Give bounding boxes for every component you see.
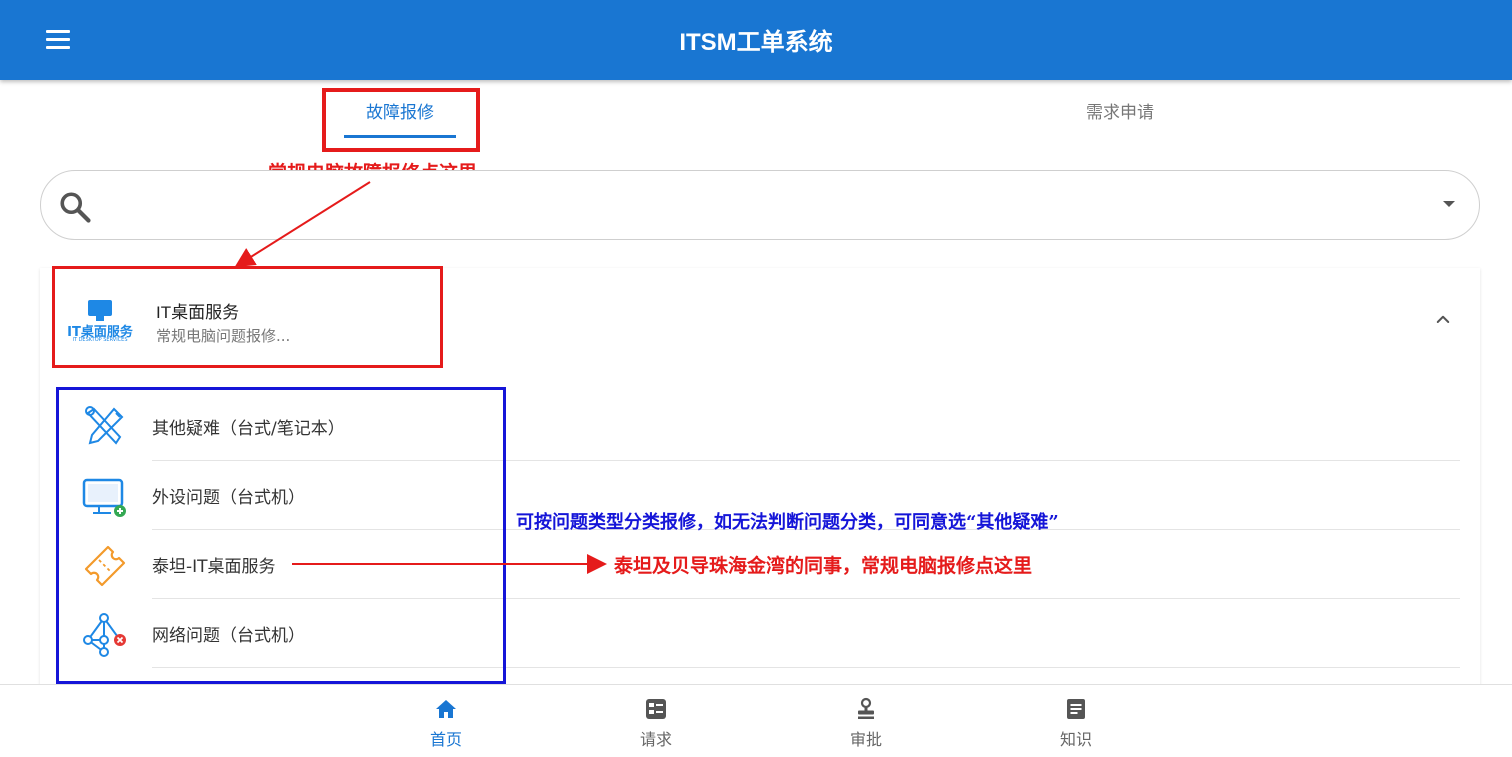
it-desktop-logo: IT桌面服务 IT DESKTOP SERVICES — [62, 298, 138, 343]
category-label: 外设问题（台式机） — [152, 488, 305, 508]
search-bar[interactable] — [40, 170, 1480, 240]
tab-fault-repair[interactable]: 故障报修 — [40, 84, 760, 142]
dropdown-arrow-icon[interactable] — [1443, 201, 1455, 207]
category-label: 其他疑难（台式/笔记本） — [152, 419, 345, 439]
tab-bar: 故障报修 需求申请 — [40, 84, 1480, 144]
knowledge-doc-icon — [1067, 699, 1085, 719]
category-label: 网络问题（台式机） — [152, 626, 305, 646]
tab-demand-request[interactable]: 需求申请 — [760, 84, 1480, 142]
ticket-icon — [84, 545, 126, 587]
service-header-it-desktop[interactable]: IT桌面服务 IT DESKTOP SERVICES IT桌面服务 常规电脑问题… — [40, 268, 1480, 368]
service-title: IT桌面服务 — [156, 303, 240, 322]
tools-icon — [85, 406, 124, 445]
nav-home[interactable]: 首页 — [386, 685, 506, 757]
home-icon — [436, 700, 456, 718]
annotation-titan-note: 泰坦及贝导珠海金湾的同事，常规电脑报修点这里 — [614, 555, 1033, 577]
bottom-navigation: 首页 请求 审批 知识 — [0, 684, 1512, 757]
approval-stamp-icon — [858, 697, 874, 719]
service-description: 常规电脑问题报修... — [156, 327, 291, 345]
search-input[interactable] — [105, 185, 1405, 225]
category-other-issues[interactable]: 其他疑难（台式/笔记本） — [80, 392, 1460, 461]
nav-approval[interactable]: 审批 — [806, 685, 926, 757]
nav-request[interactable]: 请求 — [596, 685, 716, 757]
chevron-up-icon[interactable] — [1434, 310, 1452, 328]
tab-active-indicator — [344, 135, 456, 138]
app-title: ITSM工单系统 — [679, 29, 833, 56]
nav-knowledge[interactable]: 知识 — [1016, 685, 1136, 757]
monitor-add-icon — [82, 478, 126, 517]
category-network-issues[interactable]: 网络问题（台式机） — [80, 599, 1460, 668]
annotation-category-note: 可按问题类型分类报修，如无法判断问题分类，可同意选“其他疑难” — [516, 512, 1059, 533]
app-bar: ITSM工单系统 — [0, 0, 1512, 80]
search-icon — [60, 192, 91, 223]
category-label: 泰坦-IT桌面服务 — [152, 557, 276, 577]
request-icon — [646, 699, 666, 719]
service-panel: IT桌面服务 IT DESKTOP SERVICES IT桌面服务 常规电脑问题… — [40, 268, 1480, 688]
network-error-icon — [83, 613, 126, 657]
